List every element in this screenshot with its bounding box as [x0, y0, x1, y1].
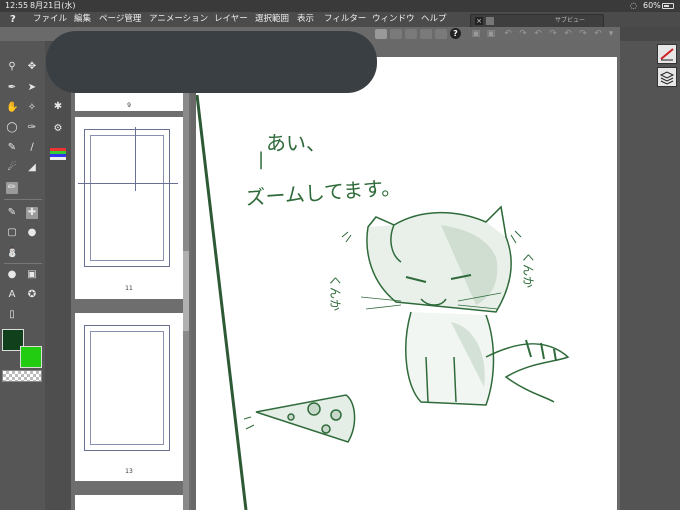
drawing-canvas[interactable]: あい、 ズームしてます。 | くんか くんか [196, 57, 617, 510]
undo-2-icon[interactable]: ↶ [532, 29, 544, 39]
text-icon[interactable]: A [6, 289, 18, 301]
menu-selection[interactable]: 選択範囲 [255, 12, 289, 27]
panel-menu-icon[interactable] [486, 17, 494, 25]
settings-icon[interactable] [435, 29, 447, 39]
handwriting-line-2: ズームしてます。 [245, 175, 402, 210]
page-inner-frame [90, 135, 164, 261]
sub-tool-icon[interactable]: ✱ [52, 101, 64, 113]
drop-icon[interactable]: ● [26, 227, 38, 239]
subview-title: サブビュー [555, 17, 586, 24]
frame-icon[interactable]: ▯ [6, 309, 18, 321]
lasso-icon[interactable]: ◯ [6, 122, 18, 134]
page-number: 9 [127, 102, 131, 109]
menu-animation[interactable]: アニメーション [149, 12, 208, 27]
menu-edit[interactable]: 編集 [74, 12, 91, 27]
undo-icon[interactable]: ↶ [502, 29, 514, 39]
sniff-note-right: くんか [521, 252, 535, 288]
menu-filter[interactable]: フィルター [324, 12, 366, 27]
app-logo-icon[interactable]: ? [10, 12, 16, 27]
menu-view[interactable]: 表示 [297, 12, 314, 27]
guide-line [135, 127, 136, 191]
scroll-thumb[interactable] [183, 251, 189, 331]
clear-icon[interactable]: ▣ [485, 29, 497, 39]
overlay-pill [46, 31, 377, 93]
brush-size-icon[interactable] [657, 44, 677, 64]
panel-arrow-icon[interactable]: ▾ [605, 29, 617, 39]
save-icon[interactable] [405, 29, 417, 39]
transparent-color-swatch[interactable] [2, 370, 42, 382]
page-number: 13 [125, 468, 133, 475]
correction-icon[interactable]: ✪ [26, 289, 38, 301]
line-icon[interactable]: ∕ [26, 142, 38, 154]
layer-icon[interactable] [657, 67, 677, 87]
battery-percent: 60% [643, 1, 661, 10]
airbrush-icon[interactable]: ☄ [6, 162, 18, 174]
open-icon[interactable] [390, 29, 402, 39]
auto-select-icon[interactable]: ✧ [26, 102, 38, 114]
status-time: 12:55 [5, 1, 29, 10]
page-number: 11 [125, 285, 133, 292]
fill-icon[interactable]: ⛄ [6, 247, 18, 259]
menu-window[interactable]: ウィンドウ [372, 12, 415, 27]
menu-file[interactable]: ファイル [33, 12, 67, 27]
help-icon[interactable]: ? [450, 28, 461, 39]
color-palette-icon[interactable] [50, 148, 66, 160]
page-thumbnail[interactable]: 11 [75, 117, 183, 299]
pizza-slice-illustration [243, 394, 356, 443]
pen-icon[interactable]: ✑ [26, 122, 38, 134]
page-inner-frame [90, 331, 164, 445]
new-file-icon[interactable] [375, 29, 387, 39]
zoom-icon[interactable]: ⚲ [6, 61, 18, 73]
sniff-note-left: くんか [328, 275, 342, 311]
redo-icon[interactable]: ↷ [517, 29, 529, 39]
blend-icon[interactable]: ▢ [6, 227, 18, 239]
handwriting-mark: | [258, 149, 264, 170]
export-icon[interactable] [420, 29, 432, 39]
hand-icon[interactable]: ✋ [6, 102, 18, 114]
redo-3-icon[interactable]: ↷ [577, 29, 589, 39]
handwriting-line-1: あい、 [266, 131, 326, 155]
panel-header [620, 27, 680, 41]
status-bar: 12:55 8月21日(水) ◌ 60% [0, 0, 680, 12]
subtool-column: ✱ ⚙ [45, 41, 72, 510]
eyedropper-icon[interactable]: ✒ [6, 82, 18, 94]
cat-illustration [341, 205, 570, 406]
guide-line [78, 183, 178, 184]
undo-4-icon[interactable]: ↶ [592, 29, 604, 39]
figure-tool-icon[interactable]: ✚ [26, 207, 38, 219]
menu-page-management[interactable]: ページ管理 [99, 12, 141, 27]
subview-panel: × サブビュー [470, 14, 604, 28]
ruler-icon[interactable]: ◢ [26, 162, 38, 174]
battery-icon [662, 3, 674, 9]
pencil-icon[interactable]: ✎ [6, 142, 18, 154]
page-thumbnail[interactable]: 13 [75, 313, 183, 481]
gear-icon[interactable]: ⚙ [52, 123, 64, 135]
panel-border-line [196, 94, 248, 510]
divider [4, 263, 42, 264]
gradient-icon[interactable]: ▣ [26, 269, 38, 281]
move-layer-icon[interactable]: ✥ [26, 61, 38, 73]
right-panel [620, 27, 680, 510]
status-date: 8月21日(水) [30, 1, 76, 10]
redo-2-icon[interactable]: ↷ [547, 29, 559, 39]
brush-icon[interactable]: ✏ [6, 182, 18, 194]
page-thumbnail[interactable] [75, 495, 183, 510]
menu-layer[interactable]: レイヤー [214, 12, 248, 27]
page-management-panel: 9 11 13 [71, 41, 191, 510]
menu-help[interactable]: ヘルプ [421, 12, 447, 27]
balloon-icon[interactable]: ● [6, 269, 18, 281]
wifi-icon: ◌ [630, 1, 637, 10]
eraser-tool-icon[interactable]: ✎ [6, 207, 18, 219]
object-select-icon[interactable]: ➤ [26, 82, 38, 94]
eraser-icon[interactable]: ▣ [470, 29, 482, 39]
tool-panel: ⚲ ✥ ✒ ➤ ✋ ✧ ◯ ✑ ✎ ∕ ☄ ◢ ✏ ✎ ✚ ▢ ● ⛄ ● ▣ … [0, 41, 46, 510]
undo-3-icon[interactable]: ↶ [562, 29, 574, 39]
close-icon[interactable]: × [475, 17, 483, 25]
sub-color-swatch[interactable] [20, 346, 42, 368]
page-scrollbar[interactable] [183, 41, 189, 510]
divider [4, 199, 42, 200]
